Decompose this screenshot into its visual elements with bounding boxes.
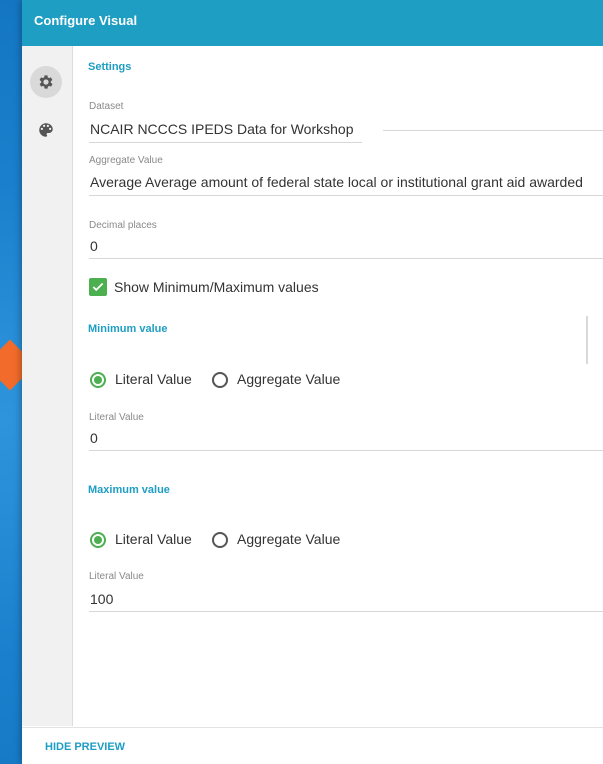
show-minmax-checkbox[interactable] — [89, 278, 107, 296]
max-literal-radio[interactable] — [90, 532, 106, 548]
min-literal-radio[interactable] — [90, 372, 106, 388]
dataset-separator — [383, 130, 603, 131]
settings-content: Settings Dataset NCAIR NCCCS IPEDS Data … — [73, 46, 603, 726]
min-aggregate-radio-label[interactable]: Aggregate Value — [237, 371, 340, 387]
panel-footer: HIDE PREVIEW — [22, 727, 603, 764]
panel-title: Configure Visual — [34, 13, 138, 28]
sidebar — [22, 46, 73, 726]
show-minmax-label[interactable]: Show Minimum/Maximum values — [114, 279, 319, 295]
max-literal-value-input[interactable]: 100 — [90, 591, 113, 607]
dataset-select[interactable]: NCAIR NCCCS IPEDS Data for Workshop — [90, 121, 353, 137]
max-literal-radio-label[interactable]: Literal Value — [115, 531, 192, 547]
max-aggregate-radio-label[interactable]: Aggregate Value — [237, 531, 340, 547]
sidebar-item-settings[interactable] — [30, 66, 62, 98]
gear-icon — [39, 75, 53, 89]
aggregate-underline — [89, 195, 603, 196]
min-literal-value-label: Literal Value — [89, 412, 144, 423]
panel-header: Configure Visual — [22, 0, 603, 46]
min-literal-value-input[interactable]: 0 — [90, 430, 98, 446]
palette-icon — [39, 123, 53, 137]
scroll-indicator[interactable] — [586, 316, 588, 364]
max-literal-underline — [89, 611, 603, 612]
min-aggregate-radio[interactable] — [212, 372, 228, 388]
hide-preview-button[interactable]: HIDE PREVIEW — [45, 741, 125, 753]
aggregate-value-select[interactable]: Average Average amount of federal state … — [90, 174, 583, 190]
aggregate-value-label: Aggregate Value — [89, 155, 163, 166]
sidebar-item-style[interactable] — [30, 114, 62, 146]
min-literal-underline — [89, 450, 603, 451]
checkmark-icon — [92, 282, 104, 292]
settings-title: Settings — [88, 61, 132, 73]
minimum-value-title: Minimum value — [88, 323, 168, 335]
min-literal-radio-label[interactable]: Literal Value — [115, 371, 192, 387]
configure-visual-panel: Configure Visual Settings Dataset NCAIR … — [22, 0, 603, 764]
dataset-label: Dataset — [89, 101, 124, 112]
decimal-places-input[interactable]: 0 — [90, 238, 98, 254]
max-literal-value-label: Literal Value — [89, 571, 144, 582]
dataset-underline — [89, 142, 362, 143]
decimal-places-label: Decimal places — [89, 220, 157, 231]
max-aggregate-radio[interactable] — [212, 532, 228, 548]
maximum-value-title: Maximum value — [88, 484, 170, 496]
decimal-places-underline — [89, 258, 603, 259]
